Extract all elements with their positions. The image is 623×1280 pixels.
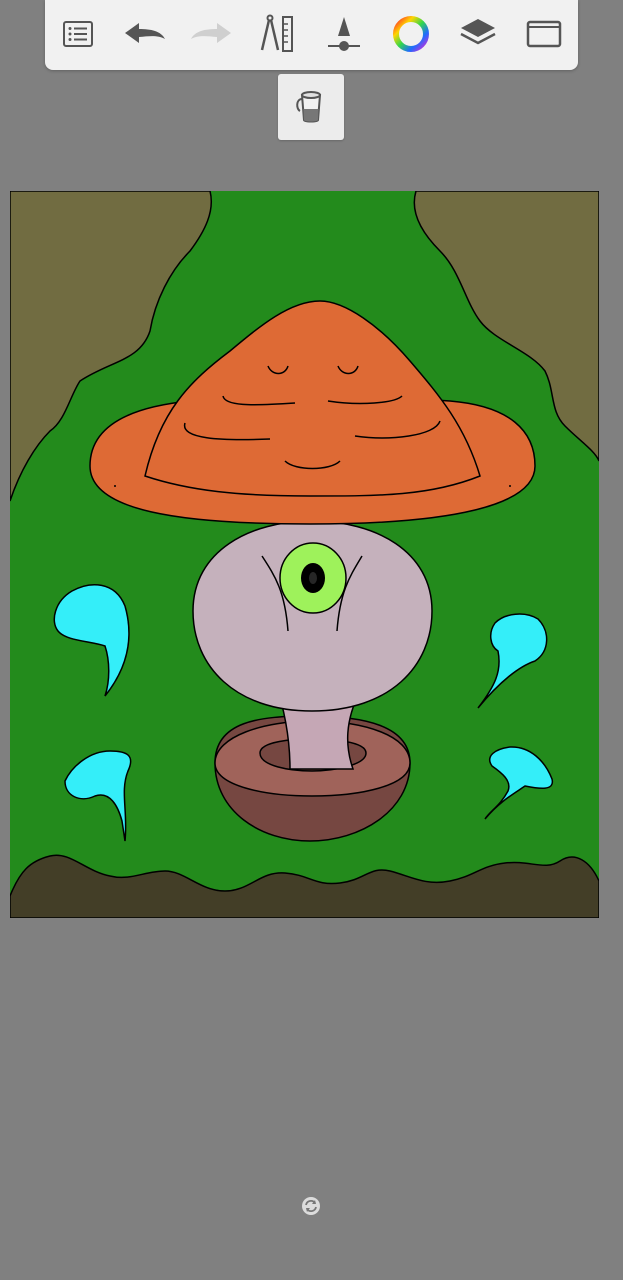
color-wheel-icon [393,16,429,52]
menu-list-button[interactable] [55,11,101,57]
wisp-lower-right [484,746,554,820]
fill-bucket-tool-button[interactable] [278,74,344,140]
sync-icon [302,1197,320,1215]
canvas-artwork [10,191,599,918]
hat-crown [144,300,481,497]
menu-list-icon [63,21,93,47]
brush-size-icon [328,17,360,51]
ruler-button[interactable] [254,11,300,57]
color-picker-button[interactable] [388,11,434,57]
ground [10,854,599,918]
redo-icon [191,23,231,43]
fullscreen-button[interactable] [521,11,567,57]
undo-button[interactable] [122,11,168,57]
wisp-upper-right [477,613,548,709]
top-toolbar [45,0,578,70]
brush-size-button[interactable] [321,11,367,57]
undo-icon [125,23,165,43]
layers-button[interactable] [455,11,501,57]
wisp-lower-left [64,750,132,842]
wisp-upper-left [53,584,130,697]
layers-icon [460,19,496,45]
redo-button[interactable] [188,11,234,57]
fill-bucket-icon [296,91,322,123]
fullscreen-icon [526,20,562,48]
drawing-canvas[interactable] [10,191,599,918]
sync-button[interactable] [300,1195,322,1217]
ruler-compass-icon [260,14,293,52]
